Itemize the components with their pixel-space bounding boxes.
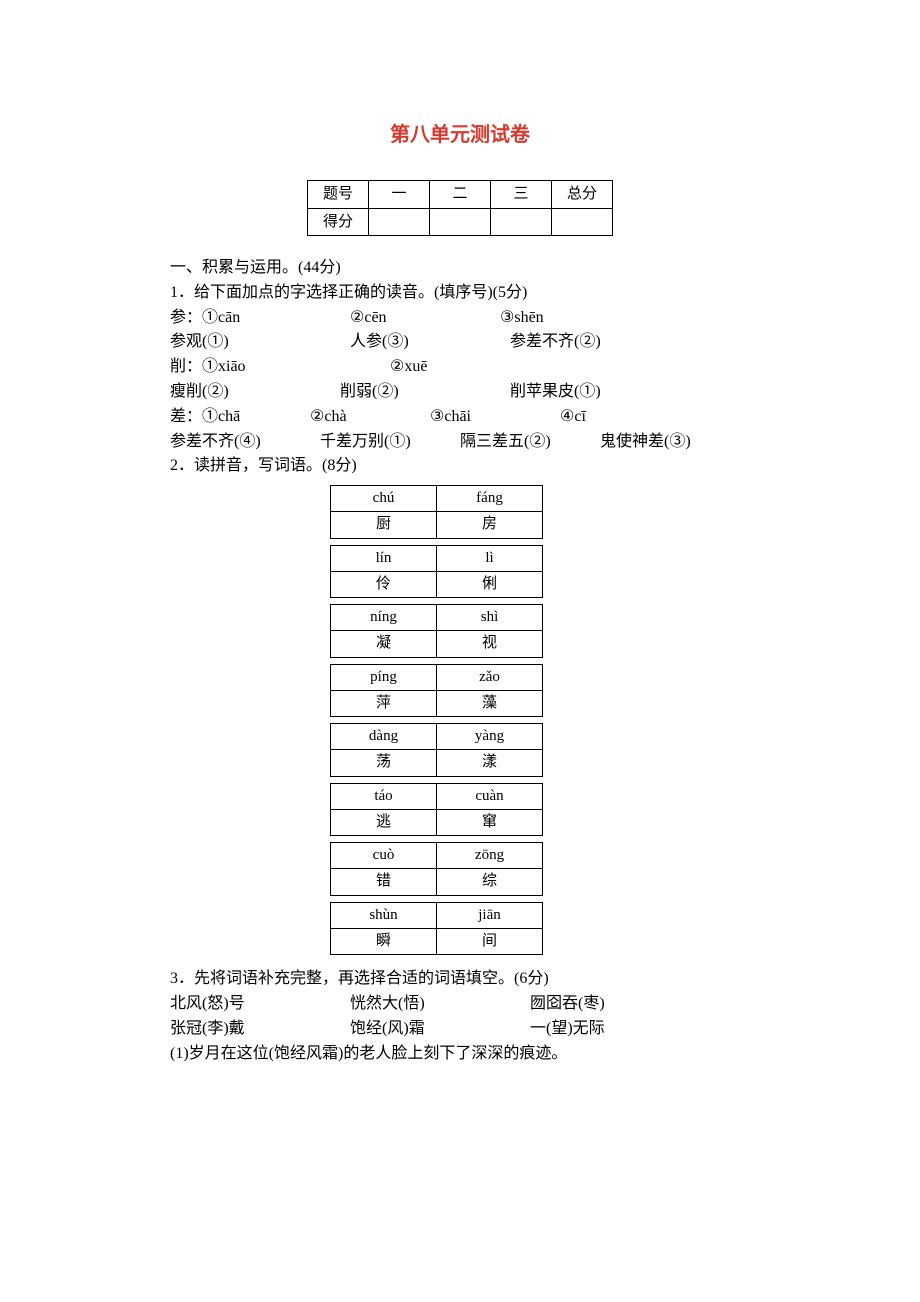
q1-line: 参差不齐(④) 千差万别(①) 隔三差五(②) 鬼使神差(③)	[170, 430, 750, 455]
text: 一(望)无际	[530, 1017, 605, 1042]
cell-blank	[369, 208, 430, 236]
word-pair: línlì 伶俐	[330, 545, 543, 599]
cell-blank	[491, 208, 552, 236]
cell-col3: 三	[491, 181, 552, 209]
page: 第八单元测试卷 题号 一 二 三 总分 得分 一、积累与运用。(44分) 1．给…	[0, 0, 920, 1302]
pinyin: píng	[331, 664, 437, 690]
q1-line: 参：①cān ②cēn ③shēn	[170, 306, 750, 331]
table-row: 题号 一 二 三 总分	[308, 181, 613, 209]
cell-col2: 二	[430, 181, 491, 209]
hanzi: 房	[437, 512, 543, 538]
pinyin: shùn	[331, 902, 437, 928]
text: 恍然大(悟)	[350, 992, 500, 1017]
pinyin: shì	[437, 605, 543, 631]
text: ③shēn	[500, 306, 544, 331]
hanzi: 错	[331, 869, 437, 895]
text: 参：①cān	[170, 306, 320, 331]
text: 参观(①)	[170, 330, 320, 355]
pinyin: dàng	[331, 724, 437, 750]
pinyin: lì	[437, 545, 543, 571]
q1-line: 参观(①) 人参(③) 参差不齐(②)	[170, 330, 750, 355]
word-pair: chúfáng 厨房	[330, 485, 543, 539]
text: ③chāi	[430, 405, 530, 430]
hanzi: 视	[437, 631, 543, 657]
word-pair: shùnjiān 瞬间	[330, 902, 543, 956]
text: 参差不齐(④)	[170, 430, 290, 455]
hanzi: 萍	[331, 690, 437, 716]
pinyin: zǎo	[437, 664, 543, 690]
q3-prompt: 3．先将词语补充完整，再选择合适的词语填空。(6分)	[170, 967, 750, 992]
q3-row: 北风(怒)号 恍然大(悟) 囫囵吞(枣)	[170, 992, 750, 1017]
text: 千差万别(①)	[320, 430, 430, 455]
hanzi: 荡	[331, 750, 437, 776]
hanzi: 伶	[331, 571, 437, 597]
text: ②chà	[310, 405, 400, 430]
hanzi: 俐	[437, 571, 543, 597]
pinyin: fáng	[437, 486, 543, 512]
hanzi: 漾	[437, 750, 543, 776]
hanzi: 藻	[437, 690, 543, 716]
cell-label: 题号	[308, 181, 369, 209]
pinyin: zōng	[437, 843, 543, 869]
pinyin: níng	[331, 605, 437, 631]
cell-blank	[430, 208, 491, 236]
text: 鬼使神差(③)	[600, 430, 691, 455]
pinyin: cuàn	[437, 783, 543, 809]
word-pair: táocuàn 逃窜	[330, 783, 543, 837]
word-pair: cuòzōng 错综	[330, 842, 543, 896]
page-title: 第八单元测试卷	[170, 120, 750, 150]
text: 人参(③)	[350, 330, 480, 355]
pinyin: lín	[331, 545, 437, 571]
text: 张冠(李)戴	[170, 1017, 320, 1042]
word-pair: níngshì 凝视	[330, 604, 543, 658]
pinyin: táo	[331, 783, 437, 809]
q1-line: 削：①xiāo ②xuē	[170, 355, 750, 380]
text: ④cī	[560, 405, 586, 430]
table-row: 得分	[308, 208, 613, 236]
hanzi: 窜	[437, 809, 543, 835]
q3-sub1: (1)岁月在这位(饱经风霜)的老人脸上刻下了深深的痕迹。	[170, 1042, 750, 1067]
text: 隔三差五(②)	[460, 430, 570, 455]
content: 一、积累与运用。(44分) 1．给下面加点的字选择正确的读音。(填序号)(5分)…	[170, 256, 750, 1066]
hanzi: 瞬	[331, 928, 437, 954]
text: 削：①xiāo	[170, 355, 360, 380]
pinyin: chú	[331, 486, 437, 512]
text: 囫囵吞(枣)	[530, 992, 605, 1017]
cell-total: 总分	[552, 181, 613, 209]
text: ②cēn	[350, 306, 470, 331]
hanzi: 凝	[331, 631, 437, 657]
hanzi: 间	[437, 928, 543, 954]
word-pair: dàngyàng 荡漾	[330, 723, 543, 777]
q2-prompt: 2．读拼音，写词语。(8分)	[170, 454, 750, 479]
text: 差：①chā	[170, 405, 280, 430]
text: 削苹果皮(①)	[510, 380, 601, 405]
pinyin: cuò	[331, 843, 437, 869]
text: ②xuē	[390, 355, 427, 380]
hanzi: 厨	[331, 512, 437, 538]
cell-col1: 一	[369, 181, 430, 209]
q3-row: 张冠(李)戴 饱经(风)霜 一(望)无际	[170, 1017, 750, 1042]
hanzi: 综	[437, 869, 543, 895]
section-heading: 一、积累与运用。(44分)	[170, 256, 750, 281]
word-pair: píngzǎo 萍藻	[330, 664, 543, 718]
cell-blank	[552, 208, 613, 236]
text: 参差不齐(②)	[510, 330, 601, 355]
pinyin: yàng	[437, 724, 543, 750]
hanzi: 逃	[331, 809, 437, 835]
text: 饱经(风)霜	[350, 1017, 500, 1042]
q1-prompt: 1．给下面加点的字选择正确的读音。(填序号)(5分)	[170, 281, 750, 306]
q1-line: 差：①chā ②chà ③chāi ④cī	[170, 405, 750, 430]
text: 削弱(②)	[340, 380, 480, 405]
text: 北风(怒)号	[170, 992, 320, 1017]
text: 瘦削(②)	[170, 380, 310, 405]
cell-label: 得分	[308, 208, 369, 236]
q1-line: 瘦削(②) 削弱(②) 削苹果皮(①)	[170, 380, 750, 405]
pinyin: jiān	[437, 902, 543, 928]
score-table: 题号 一 二 三 总分 得分	[307, 180, 613, 236]
